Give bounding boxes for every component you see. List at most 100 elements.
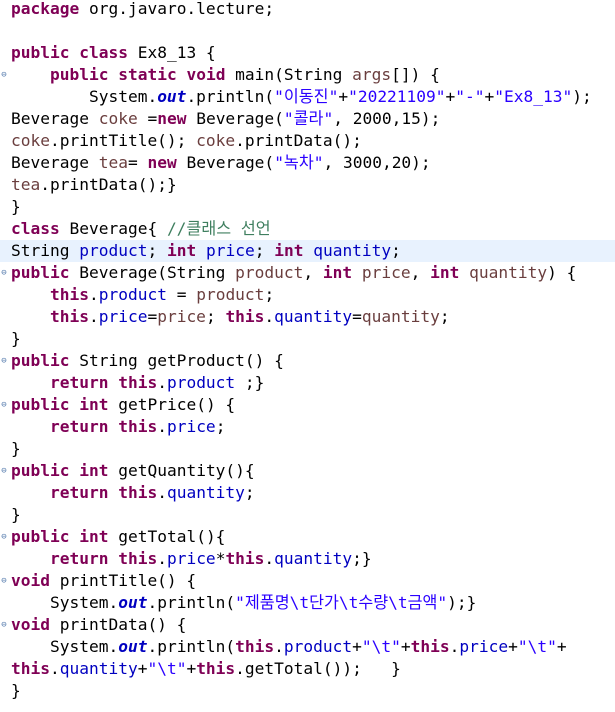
fold-toggle-icon[interactable]: ⊖ bbox=[0, 262, 8, 284]
variable-token: quantity bbox=[361, 307, 440, 326]
code-line[interactable]: package org.javaro.lecture; bbox=[0, 0, 615, 20]
code-text: getTotal(){ bbox=[108, 527, 226, 546]
keyword-token: this bbox=[225, 307, 265, 326]
code-text: = bbox=[137, 109, 158, 128]
keyword-token: this bbox=[49, 307, 89, 326]
code-text: . bbox=[49, 659, 60, 678]
code-line[interactable]: ⊖ public int getTotal(){ bbox=[0, 526, 615, 548]
code-line[interactable]: } bbox=[0, 504, 615, 526]
fold-toggle-icon[interactable]: ⊖ bbox=[0, 526, 8, 548]
keyword-token: this bbox=[118, 549, 158, 568]
code-line[interactable]: public class Ex8_13 { bbox=[0, 42, 615, 64]
code-text: } bbox=[11, 681, 21, 700]
fold-toggle-icon[interactable]: ⊖ bbox=[0, 460, 8, 482]
code-line[interactable]: this.quantity+"\t"+this.getTotal()); } bbox=[0, 658, 615, 680]
code-line[interactable]: class Beverage{ //클래스 선언 bbox=[0, 218, 615, 240]
code-content: System.out.println("이동진"+"20221109"+"-"+… bbox=[11, 86, 592, 108]
field-token: price bbox=[205, 241, 255, 260]
code-text: ; bbox=[254, 241, 275, 260]
variable-token: args bbox=[352, 65, 392, 84]
code-line[interactable]: } bbox=[0, 680, 615, 702]
code-line[interactable]: this.price=price; this.quantity=quantity… bbox=[0, 306, 615, 328]
keyword-token: int bbox=[79, 395, 109, 414]
code-line[interactable]: } bbox=[0, 438, 615, 460]
code-text: + bbox=[556, 637, 567, 656]
variable-token: product bbox=[196, 285, 265, 304]
keyword-token: this bbox=[118, 417, 158, 436]
string-literal: "\t" bbox=[147, 659, 187, 678]
code-line[interactable] bbox=[0, 20, 615, 42]
keyword-token: new bbox=[157, 109, 187, 128]
code-line[interactable]: this.product = product; bbox=[0, 284, 615, 306]
code-content: } bbox=[11, 196, 21, 218]
code-content: this.price=price; this.quantity=quantity… bbox=[11, 306, 450, 328]
code-text: ; bbox=[439, 307, 450, 326]
code-line[interactable]: ⊖ public int getPrice() { bbox=[0, 394, 615, 416]
code-text: main(String bbox=[225, 65, 353, 84]
code-text: System. bbox=[11, 87, 158, 106]
code-line[interactable]: ⊖ public String getProduct() { bbox=[0, 350, 615, 372]
variable-token: tea bbox=[98, 153, 128, 172]
keyword-token: public bbox=[49, 65, 109, 84]
code-content: tea.printData();} bbox=[11, 174, 177, 196]
code-content: class Beverage{ //클래스 선언 bbox=[11, 218, 271, 240]
code-line[interactable]: ⊖ void printData() { bbox=[0, 614, 615, 636]
code-text: , bbox=[303, 263, 323, 282]
code-text: String getProduct() { bbox=[69, 351, 284, 370]
code-line[interactable]: } bbox=[0, 328, 615, 350]
string-literal: "녹차" bbox=[274, 153, 324, 172]
keyword-token: int bbox=[430, 263, 460, 282]
fold-toggle-icon[interactable]: ⊖ bbox=[0, 614, 8, 636]
code-line[interactable]: ⊖ public int getQuantity(){ bbox=[0, 460, 615, 482]
fold-toggle-icon[interactable]: ⊖ bbox=[0, 64, 8, 86]
code-line[interactable]: ⊖ public static void main(String args[])… bbox=[0, 64, 615, 86]
keyword-token: void bbox=[186, 65, 226, 84]
fold-toggle-icon[interactable]: ⊖ bbox=[0, 570, 8, 592]
code-line[interactable]: ⊖ public Beverage(String product, int pri… bbox=[0, 262, 615, 284]
code-line[interactable]: Beverage coke =new Beverage("콜라", 2000,1… bbox=[0, 108, 615, 130]
code-text: Ex8_13 { bbox=[127, 43, 216, 62]
code-line[interactable]: tea.printData();} bbox=[0, 174, 615, 196]
field-token: product bbox=[79, 241, 148, 260]
code-line[interactable]: return this.price; bbox=[0, 416, 615, 438]
code-content: } bbox=[11, 438, 21, 460]
code-text: ) { bbox=[547, 263, 577, 282]
code-line[interactable]: System.out.println(this.product+"\t"+thi… bbox=[0, 636, 615, 658]
fold-toggle-icon[interactable]: ⊖ bbox=[0, 394, 8, 416]
code-content: } bbox=[11, 680, 21, 702]
code-editor[interactable]: package org.javaro.lecture; public class … bbox=[0, 0, 615, 712]
code-text: .printData(); bbox=[235, 131, 362, 150]
keyword-token: class bbox=[11, 219, 60, 238]
code-line[interactable]: System.out.println("이동진"+"20221109"+"-"+… bbox=[0, 86, 615, 108]
code-text: , bbox=[410, 263, 431, 282]
code-line[interactable]: return this.quantity; bbox=[0, 482, 615, 504]
code-line[interactable]: String product; int price; int quantity; bbox=[0, 240, 615, 262]
code-text: + bbox=[445, 87, 456, 106]
code-line[interactable]: return this.product ;} bbox=[0, 372, 615, 394]
keyword-token: int bbox=[322, 263, 353, 282]
code-line[interactable]: Beverage tea= new Beverage("녹차", 3000,20… bbox=[0, 152, 615, 174]
code-content: public int getPrice() { bbox=[11, 394, 235, 416]
fold-toggle-icon[interactable]: ⊖ bbox=[0, 350, 8, 372]
string-literal: "제품명\t단가\t수량\t금액" bbox=[235, 593, 448, 612]
keyword-token: return bbox=[49, 549, 109, 568]
variable-token: coke bbox=[196, 131, 236, 150]
code-content: System.out.println(this.product+"\t"+thi… bbox=[11, 636, 567, 658]
code-line[interactable]: return this.price*this.quantity;} bbox=[0, 548, 615, 570]
code-text: ; bbox=[215, 417, 226, 436]
code-line[interactable]: coke.printTitle(); coke.printData(); bbox=[0, 130, 615, 152]
code-content: return this.price; bbox=[11, 416, 225, 438]
code-content: void printData() { bbox=[11, 614, 186, 636]
code-line[interactable]: ⊖ void printTitle() { bbox=[0, 570, 615, 592]
code-text: } bbox=[11, 197, 21, 216]
code-line[interactable]: System.out.println("제품명\t단가\t수량\t금액");} bbox=[0, 592, 615, 614]
code-text: []) { bbox=[391, 65, 440, 84]
code-line[interactable]: } bbox=[0, 196, 615, 218]
